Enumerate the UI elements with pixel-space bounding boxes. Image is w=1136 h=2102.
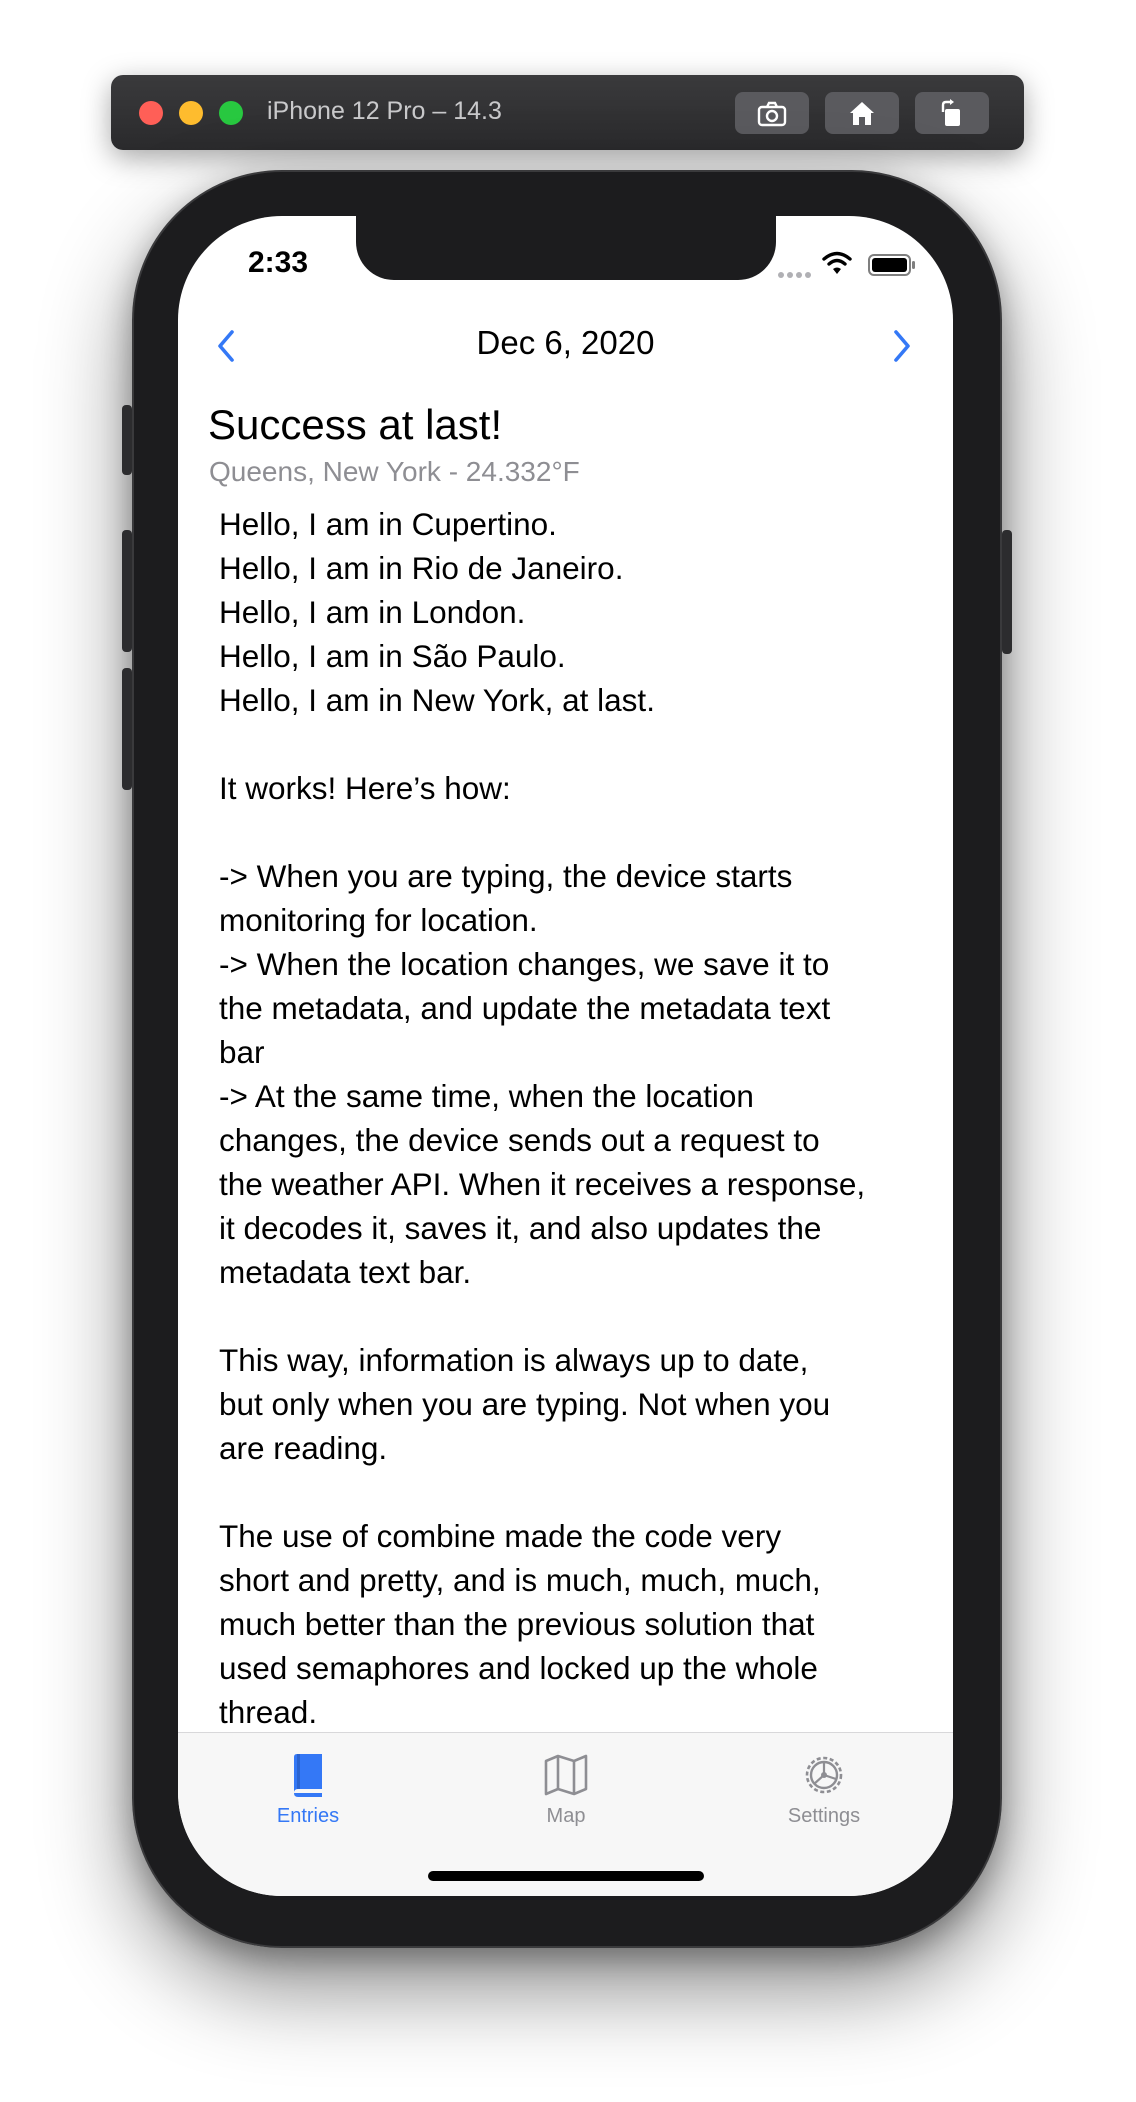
cellular-signal-icon [778,272,812,280]
silent-switch [122,405,132,475]
minimize-window-button[interactable] [179,101,203,125]
entry-metadata: Queens, New York - 24.332°F [209,456,580,487]
screenshot-icon [757,101,787,127]
rotate-icon [941,99,960,126]
tab-label: Map [546,1805,586,1827]
tab-map[interactable]: Map [486,1733,646,1843]
simulator-title: iPhone 12 Pro – 14.3 [267,97,502,125]
rotate-button[interactable] [915,92,989,134]
volume-down-button [122,668,132,790]
home-indicator[interactable] [428,1871,704,1881]
entry-body-text[interactable]: Hello, I am in Cupertino. Hello, I am in… [219,502,939,1734]
tab-label: Entries [276,1805,340,1827]
next-day-button[interactable] [884,326,920,366]
chevron-right-icon [894,330,910,362]
zoom-window-button[interactable] [219,101,243,125]
wifi-icon [822,251,852,274]
home-button[interactable] [825,92,899,134]
phone-screen: 2:33 Dec 6, 2020 Success at last! Queens… [178,216,953,1896]
status-time: 2:33 [248,246,309,279]
entry-title[interactable]: Success at last! [208,401,502,449]
simulator-title-bar: iPhone 12 Pro – 14.3 [111,75,1024,150]
power-button [1002,530,1012,654]
tab-entries[interactable]: Entries [228,1733,388,1843]
tab-label: Settings [787,1805,861,1827]
battery-icon [868,254,915,276]
gear-icon [805,1756,843,1794]
notch [356,216,776,280]
close-window-button[interactable] [139,101,163,125]
home-icon [850,102,874,125]
entry-date-title: Dec 6, 2020 [476,324,655,361]
tab-settings[interactable]: Settings [744,1733,904,1843]
screenshot-button[interactable] [735,92,809,134]
map-icon [544,1754,588,1796]
volume-up-button [122,530,132,652]
book-icon [294,1754,322,1797]
